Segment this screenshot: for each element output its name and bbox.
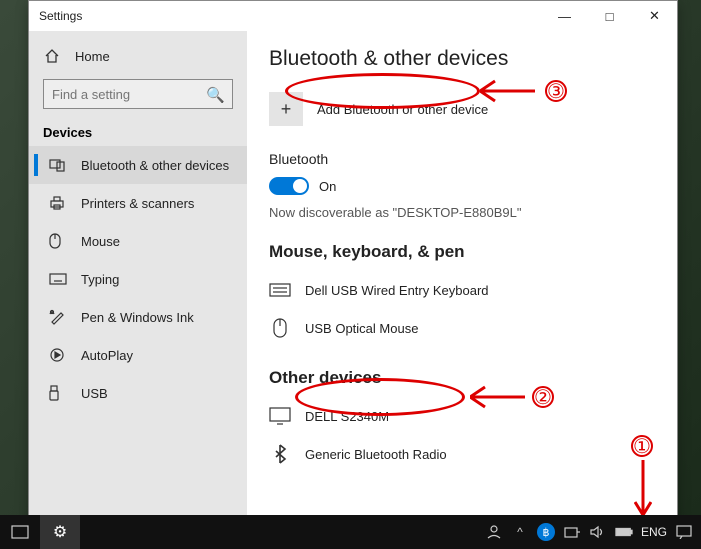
keyboard-icon xyxy=(49,273,67,285)
main-panel: Bluetooth & other devices + Add Bluetoot… xyxy=(247,31,677,519)
nav-label: Mouse xyxy=(81,234,120,249)
search-icon: 🔍 xyxy=(206,86,225,104)
add-device-button[interactable]: + Add Bluetooth or other device xyxy=(269,89,529,129)
nav-label: Bluetooth & other devices xyxy=(81,158,229,173)
mouse-icon xyxy=(49,233,67,249)
taskbar-settings-button[interactable]: ⚙ xyxy=(40,515,80,549)
device-label: DELL S2340M xyxy=(305,409,389,424)
nav-usb[interactable]: USB xyxy=(29,374,247,412)
nav-bluetooth[interactable]: Bluetooth & other devices xyxy=(29,146,247,184)
search-input[interactable] xyxy=(43,79,233,109)
bluetooth-tray-icon[interactable]: ฿ xyxy=(537,523,555,541)
nav-label: Typing xyxy=(81,272,119,287)
autoplay-icon xyxy=(49,347,67,363)
printer-icon xyxy=(49,196,67,210)
nav-typing[interactable]: Typing xyxy=(29,260,247,298)
plus-icon: + xyxy=(269,92,303,126)
device-row[interactable]: Dell USB Wired Entry Keyboard xyxy=(269,272,655,308)
device-row[interactable]: DELL S2340M xyxy=(269,398,655,434)
home-row[interactable]: Home xyxy=(29,37,247,75)
taskbar-app-button[interactable] xyxy=(0,515,40,549)
category-label: Devices xyxy=(29,119,247,146)
minimize-button[interactable]: ― xyxy=(542,1,587,31)
discoverable-text: Now discoverable as "DESKTOP-E880B9L" xyxy=(269,205,655,220)
maximize-button[interactable]: □ xyxy=(587,1,632,31)
close-button[interactable]: ✕ xyxy=(632,1,677,31)
mouse-icon xyxy=(269,317,291,339)
nav-pen[interactable]: Pen & Windows Ink xyxy=(29,298,247,336)
nav-label: Printers & scanners xyxy=(81,196,194,211)
toggle-track xyxy=(269,177,309,195)
gear-icon: ⚙ xyxy=(53,522,67,542)
nav-mouse[interactable]: Mouse xyxy=(29,222,247,260)
devices-icon xyxy=(49,158,67,172)
add-label: Add Bluetooth or other device xyxy=(317,102,488,117)
system-tray: ^ ฿ ENG xyxy=(477,523,701,541)
battery-icon[interactable] xyxy=(615,523,633,541)
device-label: USB Optical Mouse xyxy=(305,321,418,336)
volume-icon[interactable] xyxy=(589,523,607,541)
pen-icon xyxy=(49,309,67,325)
language-indicator[interactable]: ENG xyxy=(641,525,667,539)
network-icon[interactable] xyxy=(563,523,581,541)
bluetooth-toggle[interactable]: On xyxy=(269,177,655,195)
settings-window: Settings ― □ ✕ Home 🔍 Devices xyxy=(28,0,678,520)
monitor-icon xyxy=(269,405,291,427)
home-label: Home xyxy=(75,49,110,64)
bluetooth-icon xyxy=(269,443,291,465)
page-title: Bluetooth & other devices xyxy=(269,47,655,71)
nav-label: Pen & Windows Ink xyxy=(81,310,194,325)
titlebar: Settings ― □ ✕ xyxy=(29,1,677,31)
other-heading: Other devices xyxy=(269,368,655,388)
device-label: Dell USB Wired Entry Keyboard xyxy=(305,283,489,298)
device-row[interactable]: USB Optical Mouse xyxy=(269,310,655,346)
action-center-icon[interactable] xyxy=(675,523,693,541)
nav-printers[interactable]: Printers & scanners xyxy=(29,184,247,222)
usb-icon xyxy=(49,385,67,401)
sidebar: Home 🔍 Devices Bluetooth & other devices xyxy=(29,31,247,519)
people-icon[interactable] xyxy=(485,523,503,541)
taskbar: ⚙ ^ ฿ ENG xyxy=(0,515,701,549)
mkp-heading: Mouse, keyboard, & pen xyxy=(269,242,655,262)
device-row[interactable]: Generic Bluetooth Radio xyxy=(269,436,655,472)
nav-autoplay[interactable]: AutoPlay xyxy=(29,336,247,374)
keyboard-icon xyxy=(269,279,291,301)
nav-label: USB xyxy=(81,386,108,401)
window-title: Settings xyxy=(39,9,82,23)
home-icon xyxy=(43,47,61,65)
bluetooth-heading: Bluetooth xyxy=(269,151,655,167)
nav-label: AutoPlay xyxy=(81,348,133,363)
device-label: Generic Bluetooth Radio xyxy=(305,447,447,462)
tray-chevron-icon[interactable]: ^ xyxy=(511,523,529,541)
toggle-state: On xyxy=(319,179,336,194)
